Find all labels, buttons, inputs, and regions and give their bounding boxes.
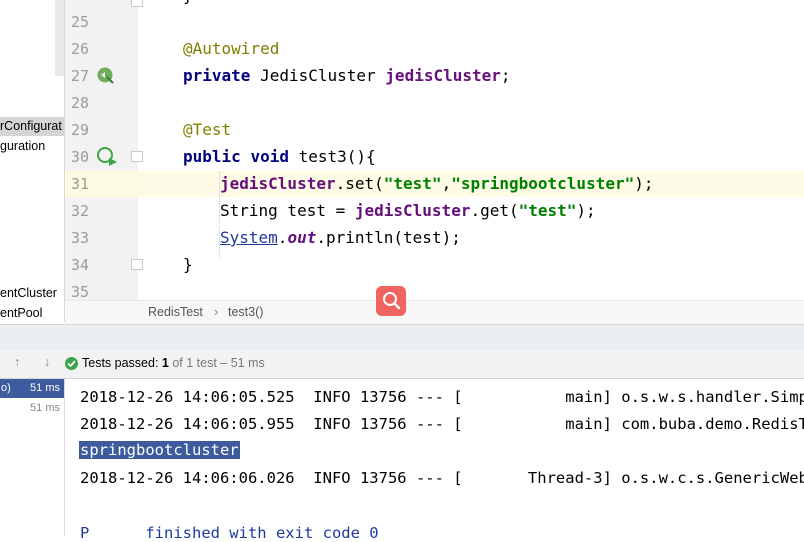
run-toolbar: ↑ ↓ Tests passed: 1 of 1 test – 51 ms (0, 350, 804, 379)
console-line: 2018-12-26 14:06:06.026 INFO 13756 --- [… (80, 469, 804, 487)
breadcrumb-method[interactable]: test3() (228, 305, 263, 319)
code-line-32: String test = jedisCluster.get("test"); (220, 201, 596, 220)
console-line: 2018-12-26 14:06:05.955 INFO 13756 --- [… (80, 415, 804, 433)
check-icon (65, 357, 78, 370)
tree-item-pool[interactable]: entPool (0, 304, 42, 322)
line-number: 25 (70, 13, 89, 31)
line-number: 35 (70, 283, 89, 301)
test-item[interactable]: o) 51 ms (0, 379, 64, 398)
code-line-29: @Test (183, 120, 232, 139)
code-line-31: jedisCluster.set("test","springbootclust… (220, 174, 654, 193)
test-results-panel: o) 51 ms 51 ms (0, 379, 65, 536)
run-test-icon[interactable] (96, 146, 117, 166)
line-number: 28 (70, 94, 89, 112)
bean-navigation-icon[interactable] (96, 66, 114, 84)
console-selected-text[interactable]: springbootcluster (79, 441, 240, 459)
fold-marker[interactable] (131, 0, 143, 7)
project-tree-panel: rConfigurat guration entCluster entPool (0, 0, 65, 322)
line-number: 31 (70, 175, 89, 193)
code-line-30: public void test3(){ (183, 147, 376, 166)
system-class-link[interactable]: System (220, 228, 278, 247)
code-line-33: System.out.println(test); (220, 228, 461, 247)
line-number: 32 (70, 202, 89, 220)
arrow-up-icon[interactable]: ↑ (14, 355, 20, 369)
test-item[interactable]: 51 ms (0, 399, 64, 418)
tree-item-configuration[interactable]: rConfigurat (0, 117, 64, 136)
fold-marker[interactable] (131, 259, 143, 270)
breadcrumb-separator: › (214, 305, 219, 319)
breadcrumb-class[interactable]: RedisTest (148, 305, 203, 319)
console-line: 2018-12-26 14:06:05.525 INFO 13756 --- [… (80, 388, 804, 406)
console-exit-line: P finished with exit code 0 (80, 524, 379, 542)
code-line-26: @Autowired (183, 39, 280, 58)
breadcrumb: RedisTest › test3() (65, 300, 804, 325)
line-number: 34 (70, 256, 89, 274)
floating-search-button[interactable] (376, 286, 406, 316)
search-icon (383, 292, 401, 310)
line-number: 26 (70, 40, 89, 58)
line-number: 27 (70, 67, 89, 85)
fold-marker[interactable] (131, 151, 143, 162)
line-number: 30 (70, 148, 89, 166)
tests-status: Tests passed: 1 of 1 test – 51 ms (82, 356, 265, 370)
code-stub: } (183, 0, 193, 5)
tree-item-guration[interactable]: guration (0, 137, 45, 156)
tree-item-cluster[interactable]: entCluster (0, 284, 57, 303)
line-number: 33 (70, 229, 89, 247)
line-number: 29 (70, 121, 89, 139)
tool-window-divider[interactable] (0, 324, 804, 351)
code-line-34: } (183, 255, 193, 274)
tree-scrollbar[interactable] (55, 0, 64, 76)
code-line-27: private JedisCluster jedisCluster; (183, 66, 511, 85)
arrow-down-icon[interactable]: ↓ (44, 355, 50, 369)
